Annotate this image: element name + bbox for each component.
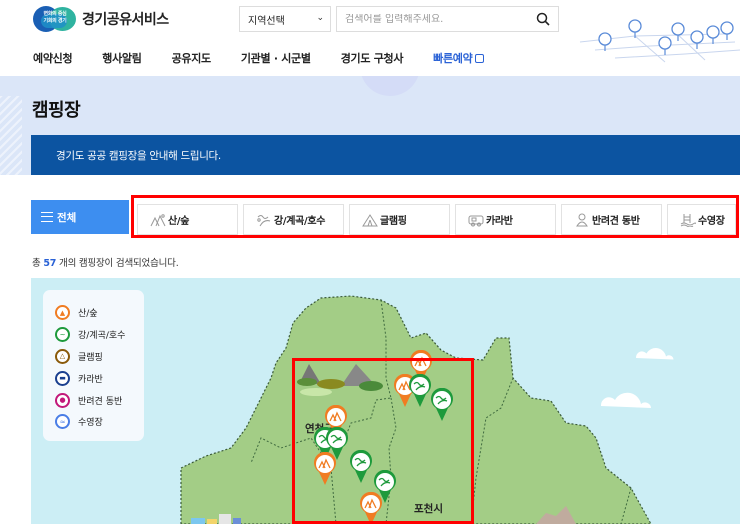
filter-tab-label: 산/숲 bbox=[168, 216, 190, 227]
main-nav: 예약신청 행사알림 공유지도 기관별 · 시군별 경기도 구청사 빠른예약 bbox=[33, 50, 514, 66]
result-count-number: 57 bbox=[43, 258, 57, 269]
pet-dog-icon: ● bbox=[55, 392, 70, 408]
legend-label: 카라반 bbox=[78, 374, 103, 385]
nav-reservation[interactable]: 예약신청 bbox=[33, 50, 73, 66]
filter-tab-label: 강/계곡/호수 bbox=[274, 216, 326, 227]
filter-tab-river[interactable]: 강/계곡/호수 bbox=[243, 204, 344, 235]
notice-text: 경기도 공공 캠핑장을 안내해 드립니다. bbox=[56, 149, 221, 162]
filter-all-label: 전체 bbox=[57, 211, 77, 224]
nav-share-map[interactable]: 공유지도 bbox=[172, 50, 212, 66]
menu-icon bbox=[41, 212, 53, 222]
filter-tab-pool[interactable]: 수영장 bbox=[667, 204, 736, 235]
map-legend: ▲ 산/숲 ~ 강/계곡/호수 △ 글램핑 ▬ 카라반 ● 반려견 동반 ≈ 수… bbox=[43, 290, 144, 441]
legend-item-glamping[interactable]: △ 글램핑 bbox=[55, 346, 144, 368]
legend-item-mountain[interactable]: ▲ 산/숲 bbox=[55, 302, 144, 324]
legend-label: 반려견 동반 bbox=[78, 396, 123, 407]
legend-label: 강/계곡/호수 bbox=[78, 331, 126, 342]
site-header: 변화의 중심기회의 경기 경기공유서비스 지역선택 ⌄ 예약신청 행사알림 공유… bbox=[0, 0, 740, 76]
swimming-pool-icon: ≈ bbox=[55, 414, 70, 430]
result-prefix: 총 bbox=[32, 258, 41, 269]
filter-tabs-highlight: 산/숲 강/계곡/호수 글램핑 카라반 반려견 동반 수영장 bbox=[131, 195, 739, 238]
filter-tab-glamping[interactable]: 글램핑 bbox=[349, 204, 450, 235]
legend-item-pet[interactable]: ● 반려견 동반 bbox=[55, 389, 144, 411]
nav-quick-reservation-label: 빠른예약 bbox=[433, 52, 473, 65]
nav-event-alert[interactable]: 행사알림 bbox=[102, 50, 142, 66]
result-suffix: 개의 캠핑장이 검색되었습니다. bbox=[59, 258, 179, 269]
page-title: 캠핑장 bbox=[32, 100, 81, 121]
glamping-tent-icon: △ bbox=[55, 348, 70, 364]
filter-tab-label: 글램핑 bbox=[380, 216, 407, 227]
cloud bbox=[600, 348, 674, 408]
caravan-icon bbox=[468, 215, 484, 226]
filter-tab-pet[interactable]: 반려견 동반 bbox=[561, 204, 662, 235]
legend-label: 산/숲 bbox=[78, 309, 98, 320]
caravan-icon: ▬ bbox=[55, 370, 70, 386]
legend-item-caravan[interactable]: ▬ 카라반 bbox=[55, 367, 144, 389]
filter-tab-mountain[interactable]: 산/숲 bbox=[137, 204, 238, 235]
site-logo[interactable]: 변화의 중심 기회의 경기 경기공유서비스 bbox=[33, 6, 169, 32]
region-select-value: 지역선택 bbox=[248, 15, 285, 27]
legend-item-river[interactable]: ~ 강/계곡/호수 bbox=[55, 324, 144, 346]
page: 변화의 중심기회의 경기 경기공유서비스 지역선택 ⌄ 예약신청 행사알림 공유… bbox=[0, 0, 740, 524]
filter-all-tab[interactable]: 전체 bbox=[31, 200, 129, 234]
swimming-pool-icon bbox=[680, 213, 696, 227]
legend-label: 글램핑 bbox=[78, 352, 103, 363]
logo-text: 경기공유서비스 bbox=[82, 12, 169, 28]
logo-badge-line2: 기회의 경기 bbox=[43, 18, 67, 24]
glamping-tent-icon bbox=[362, 213, 378, 226]
mountain-forest-icon: ▲ bbox=[55, 305, 70, 321]
legend-item-pool[interactable]: ≈ 수영장 bbox=[55, 411, 144, 433]
search-icon[interactable] bbox=[536, 12, 550, 26]
result-count: 총 57 개의 캠핑장이 검색되었습니다. bbox=[32, 255, 179, 269]
river-lake-icon: ~ bbox=[55, 327, 70, 343]
map-highlight-box bbox=[292, 358, 474, 524]
campsite-map[interactable]: ▲ 산/숲 ~ 강/계곡/호수 △ 글램핑 ▬ 카라반 ● 반려견 동반 ≈ 수… bbox=[31, 278, 740, 524]
chevron-down-icon: ⌄ bbox=[316, 13, 324, 23]
mountain-forest-icon bbox=[150, 213, 166, 226]
legend-label: 수영장 bbox=[78, 418, 103, 429]
filter-tab-label: 수영장 bbox=[698, 216, 725, 227]
header-decoration-illustration bbox=[579, 19, 740, 63]
filter-tab-label: 카라반 bbox=[486, 216, 513, 227]
decor-stripes bbox=[0, 96, 22, 175]
notice-bar: 경기도 공공 캠핑장을 안내해 드립니다. bbox=[31, 135, 740, 175]
filter-tab-caravan[interactable]: 카라반 bbox=[455, 204, 556, 235]
pet-dog-icon bbox=[576, 213, 588, 226]
hero-banner: 캠핑장 경기도 공공 캠핑장을 안내해 드립니다. bbox=[0, 76, 740, 175]
logo-badge-line1: 변화의 중심 bbox=[43, 11, 67, 17]
region-select[interactable]: 지역선택 ⌄ bbox=[239, 6, 331, 32]
logo-badge-icon: 변화의 중심 기회의 경기 bbox=[33, 6, 76, 32]
external-link-icon bbox=[475, 53, 485, 63]
search-box bbox=[336, 6, 559, 32]
nav-old-office[interactable]: 경기도 구청사 bbox=[341, 50, 404, 66]
search-input[interactable] bbox=[345, 13, 525, 25]
nav-quick-reservation[interactable]: 빠른예약 bbox=[433, 50, 485, 66]
decor-bubble bbox=[360, 76, 420, 96]
river-lake-icon bbox=[257, 214, 271, 226]
nav-by-agency[interactable]: 기관별 · 시군별 bbox=[241, 50, 311, 66]
filter-tab-label: 반려견 동반 bbox=[592, 216, 640, 227]
